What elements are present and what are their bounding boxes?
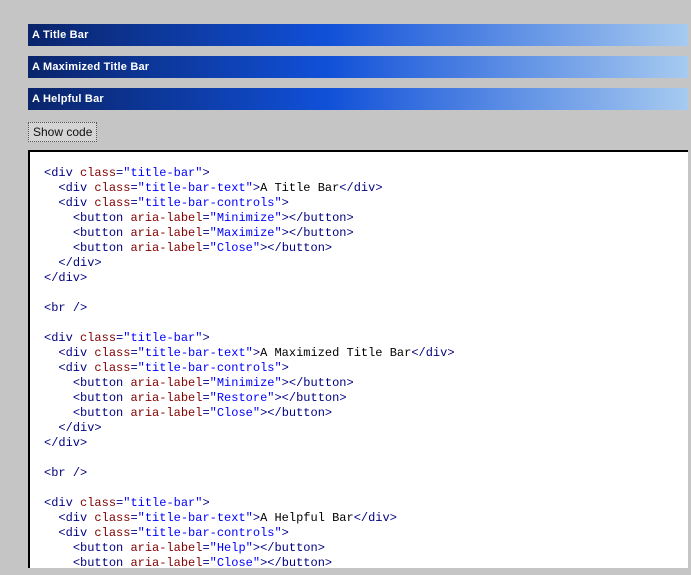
code-snippet: <div class="title-bar"> <div class="titl…: [44, 166, 678, 568]
title-bar-1: A Title Bar: [28, 24, 688, 46]
title-bar-3: A Helpful Bar: [28, 88, 688, 110]
title-bar-text: A Maximized Title Bar: [32, 61, 686, 73]
show-code-button[interactable]: Show code: [28, 122, 97, 142]
title-bar-2: A Maximized Title Bar: [28, 56, 688, 78]
title-bar-text: A Helpful Bar: [32, 93, 686, 105]
page: A Title Bar A Maximized Title Bar A Help…: [0, 0, 691, 568]
title-bar-text: A Title Bar: [32, 29, 686, 41]
code-snippet-box: <div class="title-bar"> <div class="titl…: [28, 150, 688, 568]
